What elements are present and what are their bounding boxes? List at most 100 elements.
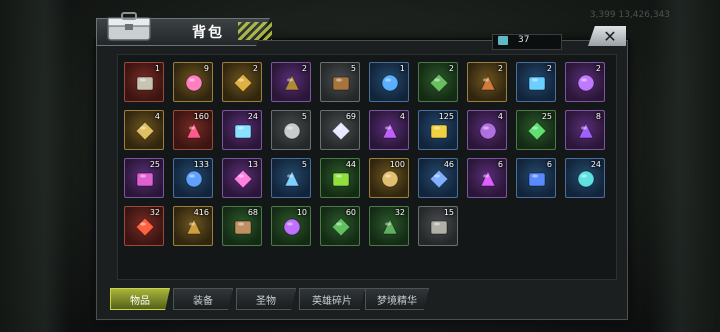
grey-stone-icon: [430, 220, 448, 235]
cocktail-icon: [430, 124, 448, 139]
triangle-box-blue-icon: [528, 76, 546, 91]
green-chest-icon: [429, 73, 449, 93]
category-tabs: 物品 装备 圣物 英雄碎片 梦境精华: [110, 288, 430, 310]
item-quantity: 44: [345, 160, 356, 169]
item-slot[interactable]: 2: [418, 62, 458, 102]
blue-ticket-icon: [429, 169, 449, 189]
wooden-crate-icon: [332, 76, 350, 91]
syringe-icon: [480, 169, 496, 187]
item-slot[interactable]: 1: [124, 62, 164, 102]
item-slot[interactable]: 32: [369, 206, 409, 246]
item-quantity: 2: [546, 64, 552, 73]
item-slot[interactable]: 69: [320, 110, 360, 150]
item-quantity: 13: [247, 160, 258, 169]
item-slot[interactable]: 4: [467, 110, 507, 150]
item-slot[interactable]: 10: [271, 206, 311, 246]
silver-coin-icon: [283, 122, 301, 140]
badge-shield-icon: [284, 169, 300, 187]
pink-candy-icon: [186, 121, 202, 139]
item-slot[interactable]: 100: [369, 158, 409, 198]
item-slot[interactable]: 15: [418, 206, 458, 246]
item-slot[interactable]: 1: [369, 62, 409, 102]
page-title: 背包: [192, 25, 224, 41]
item-quantity: 2: [448, 64, 454, 73]
blue-card-icon: [528, 172, 546, 187]
item-slot[interactable]: 44: [320, 158, 360, 198]
pink-blob-icon: [185, 74, 203, 92]
treasure-chest-icon: [284, 73, 300, 91]
item-slot[interactable]: 2: [467, 62, 507, 102]
item-quantity: 2: [301, 64, 307, 73]
clover-icon: [527, 121, 547, 141]
tab-0[interactable]: 物品: [110, 288, 170, 310]
item-quantity: 1: [154, 64, 160, 73]
item-slot[interactable]: 2: [516, 62, 556, 102]
item-quantity: 32: [149, 208, 160, 217]
item-slot[interactable]: 5: [320, 62, 360, 102]
item-slot[interactable]: 6: [467, 158, 507, 198]
tab-3[interactable]: 英雄碎片: [299, 288, 365, 310]
item-slot[interactable]: 4: [124, 110, 164, 150]
bullet-icon: [186, 217, 202, 235]
item-slot[interactable]: 2: [565, 62, 605, 102]
octopus-icon: [234, 124, 252, 139]
item-quantity: 69: [345, 112, 356, 121]
tab-1[interactable]: 装备: [173, 288, 233, 310]
item-slot[interactable]: 8: [565, 110, 605, 150]
item-slot[interactable]: 6: [516, 158, 556, 198]
item-quantity: 10: [296, 208, 307, 217]
item-quantity: 68: [247, 208, 258, 217]
item-quantity: 25: [541, 112, 552, 121]
item-slot[interactable]: 2: [271, 62, 311, 102]
item-slot[interactable]: 24: [565, 158, 605, 198]
item-slot[interactable]: 133: [173, 158, 213, 198]
item-quantity: 32: [394, 208, 405, 217]
item-quantity: 4: [399, 112, 405, 121]
poker-chip-icon: [135, 217, 155, 237]
item-count: 37: [518, 35, 530, 45]
item-slot[interactable]: 5: [271, 158, 311, 198]
spinning-top-icon: [185, 170, 203, 188]
item-slot[interactable]: 25: [516, 110, 556, 150]
background-resource-bar: 3,399 13,426,343: [589, 10, 670, 20]
tab-2[interactable]: 圣物: [236, 288, 296, 310]
item-slot[interactable]: 24: [222, 110, 262, 150]
item-quantity: 416: [193, 208, 209, 217]
item-slot[interactable]: 5: [271, 110, 311, 150]
item-slot[interactable]: 4: [369, 110, 409, 150]
item-quantity: 133: [193, 160, 209, 169]
item-slot[interactable]: 13: [222, 158, 262, 198]
item-quantity: 46: [443, 160, 454, 169]
item-quantity: 6: [497, 160, 503, 169]
white-feather-icon: [331, 121, 351, 141]
tab-4[interactable]: 梦境精华: [365, 288, 429, 310]
item-slot[interactable]: 25: [124, 158, 164, 198]
item-slot[interactable]: 125: [418, 110, 458, 150]
item-quantity: 100: [389, 160, 405, 169]
24h-card-icon: [135, 121, 155, 141]
item-slot[interactable]: 68: [222, 206, 262, 246]
item-slot[interactable]: 9: [173, 62, 213, 102]
pink-pill-icon: [233, 169, 253, 189]
item-quantity: 4: [497, 112, 503, 121]
item-quantity: 125: [438, 112, 454, 121]
hammer-icon: [136, 76, 154, 91]
item-slot[interactable]: 60: [320, 206, 360, 246]
key-icon: [381, 170, 399, 188]
item-slot[interactable]: 2: [222, 62, 262, 102]
purple-crystal-icon: [578, 121, 594, 139]
item-quantity: 15: [443, 208, 454, 217]
item-slot[interactable]: 416: [173, 206, 213, 246]
item-slot[interactable]: 46: [418, 158, 458, 198]
item-quantity: 6: [546, 160, 552, 169]
item-quantity: 9: [203, 64, 209, 73]
purple-cube-icon: [479, 122, 497, 140]
gold-pumpkin-icon: [233, 73, 253, 93]
green-slime-icon: [332, 172, 350, 187]
bottle-cap-icon: [577, 170, 595, 188]
bag-capacity-icon: [498, 36, 508, 45]
green-cap-icon: [331, 217, 351, 237]
item-quantity: 160: [193, 112, 209, 121]
item-slot[interactable]: 160: [173, 110, 213, 150]
item-slot[interactable]: 32: [124, 206, 164, 246]
